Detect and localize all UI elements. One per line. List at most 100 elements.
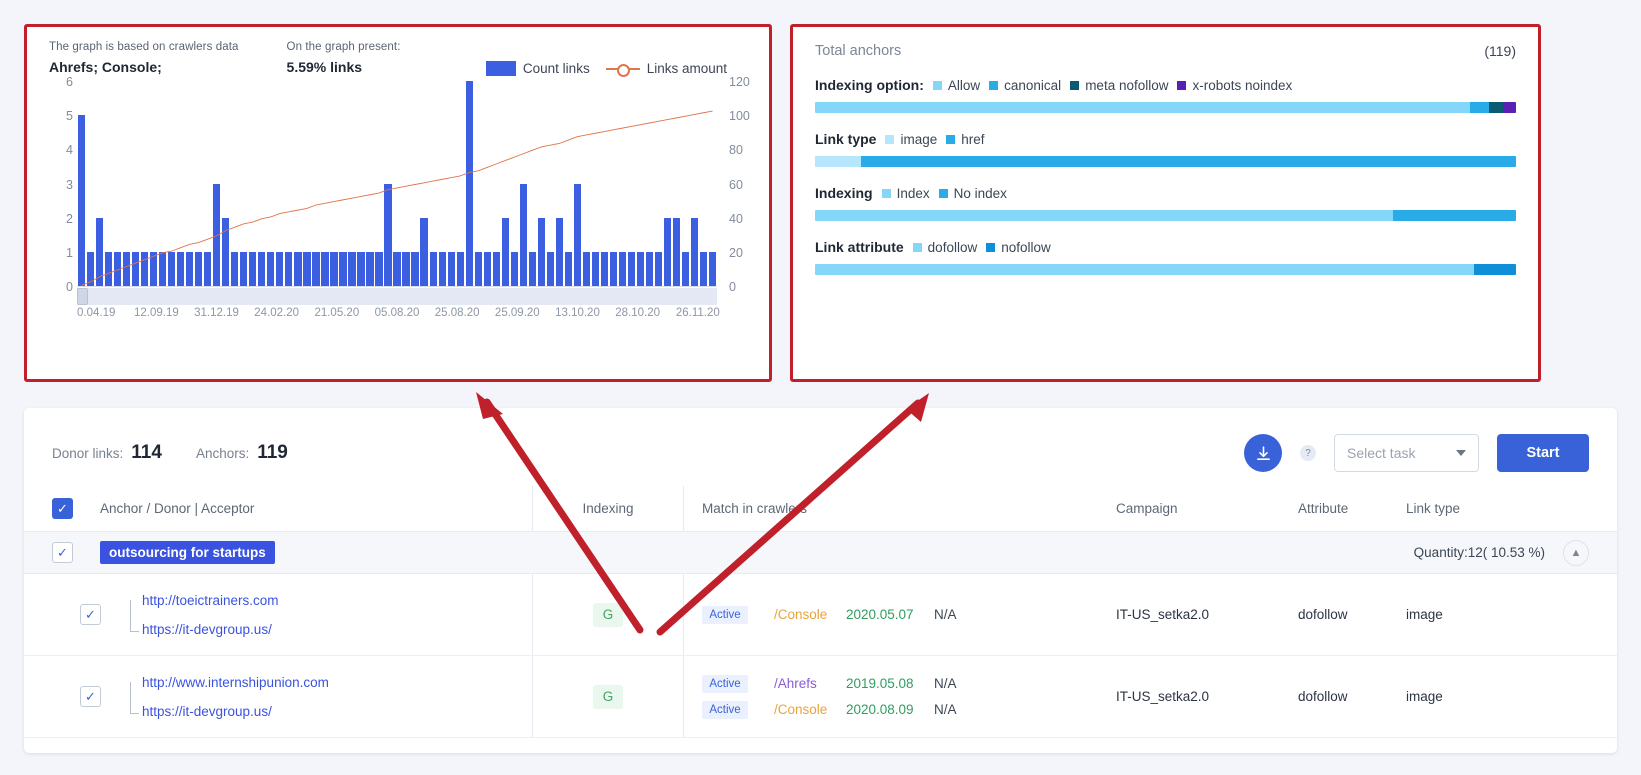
y-tick-left: 2 [66, 211, 73, 226]
metric-stacked-bar[interactable] [815, 210, 1516, 221]
select-all-checkbox[interactable]: ✓ [52, 498, 73, 519]
x-tick-label: 31.12.19 [194, 307, 239, 319]
metric-legend-chip[interactable]: x-robots noindex [1177, 78, 1292, 93]
column-attribute[interactable]: Attribute [1298, 501, 1406, 516]
anchor-group-row[interactable]: ✓ outsourcing for startups Quantity:12( … [24, 532, 1617, 574]
anchor-metric: Indexing option: Allow canonical meta nofol… [815, 77, 1516, 113]
y-tick-left: 5 [66, 109, 73, 124]
column-indexing[interactable]: Indexing [533, 501, 683, 516]
campaign-cell: IT-US_setka2.0 [1116, 607, 1210, 622]
anchor-group-label: outsourcing for startups [100, 541, 275, 564]
question-icon[interactable]: ? [1300, 445, 1316, 461]
bar-swatch-icon [485, 61, 516, 76]
x-tick-label: 12.09.19 [133, 307, 179, 319]
legend-links-amount[interactable]: Links amount [605, 61, 727, 77]
metric-legend-chip[interactable]: meta nofollow [1070, 78, 1168, 93]
acceptor-link[interactable]: https://it-devgroup.us/ [142, 704, 532, 719]
legend-square-icon [932, 80, 942, 90]
metric-name: Link type [815, 131, 877, 147]
y-tick-left: 0 [66, 280, 73, 294]
metric-legend-chip[interactable]: dofollow [912, 240, 977, 255]
y-tick-right: 120 [729, 75, 750, 89]
present-note-caption: On the graph present: [286, 41, 401, 53]
metric-legend-chip[interactable]: nofollow [986, 240, 1051, 255]
campaign-cell: IT-US_setka2.0 [1116, 689, 1210, 704]
metric-name: Link attribute [815, 239, 904, 255]
column-link-type[interactable]: Link type [1406, 501, 1526, 516]
y-tick-left: 4 [66, 143, 73, 158]
metric-bar-segment[interactable] [860, 156, 1516, 167]
acceptor-link[interactable]: https://it-devgroup.us/ [142, 622, 532, 637]
crawlers-note: The graph is based on crawlers data Ahre… [49, 41, 239, 75]
metric-legend-label: canonical [1004, 77, 1062, 93]
metric-bar-segment[interactable] [1502, 102, 1516, 113]
metric-legend-chip[interactable]: canonical [989, 78, 1061, 93]
match-na: N/A [934, 702, 957, 717]
donor-acceptor-links: http://www.internshipunion.com https://it… [130, 675, 532, 719]
donor-link[interactable]: http://toeictrainers.com [142, 593, 532, 608]
match-list: Active/Console 2020.05.07 N/A [702, 605, 1116, 624]
legend-square-icon [912, 242, 922, 252]
metric-legend-chip[interactable]: No index [938, 185, 1007, 201]
start-button[interactable]: Start [1497, 434, 1589, 472]
match-in-crawlers-cell: Active/Ahrefs 2019.05.08 N/A Active/Console… [684, 674, 1116, 719]
anchor-group-quantity: Quantity:12( 10.53 %) [1413, 545, 1545, 560]
attribute-cell: dofollow [1298, 689, 1348, 704]
row-checkbox[interactable]: ✓ [80, 604, 101, 625]
column-match-in-crawlers[interactable]: Match in crawlers [684, 501, 1116, 516]
y-axis-right: 0 20 40 60 80 100 120 [729, 75, 759, 294]
metric-bar-segment[interactable] [815, 102, 1471, 113]
metric-name: Indexing option: [815, 77, 924, 93]
metric-name: Indexing [815, 185, 873, 201]
metric-legend-chip[interactable]: Index [881, 186, 930, 201]
metric-legend-chip[interactable]: href [946, 132, 985, 147]
match-list: Active/Ahrefs 2019.05.08 N/A Active/Console… [702, 674, 1116, 719]
crawlers-note-caption: The graph is based on crawlers data [49, 41, 239, 53]
indexing-badge: G [593, 684, 623, 709]
match-entry: Active/Console 2020.05.07 N/A [702, 605, 1116, 624]
x-tick-label: 05.08.20 [374, 307, 420, 319]
table-row[interactable]: ✓ http://www.internshipunion.com https://i… [24, 656, 1617, 738]
x-axis-scroll-thumb[interactable] [77, 288, 88, 305]
metric-legend-chip[interactable]: Allow [932, 78, 980, 93]
metric-legend-chip[interactable]: image [885, 132, 937, 147]
donor-link[interactable]: http://www.internshipunion.com [142, 675, 532, 690]
y-tick-left: 1 [66, 245, 73, 260]
legend-square-icon [881, 188, 891, 198]
select-task-dropdown[interactable]: Select task [1334, 434, 1479, 472]
y-axis-left: 0 1 2 3 4 5 6 [43, 75, 73, 294]
metric-legend-label: nofollow [1001, 239, 1051, 255]
metric-bar-segment[interactable] [815, 210, 1394, 221]
metric-bar-segment[interactable] [815, 156, 861, 167]
metric-stacked-bar[interactable] [815, 156, 1516, 167]
legend-square-icon [1070, 80, 1080, 90]
download-icon[interactable] [1244, 434, 1282, 472]
group-checkbox[interactable]: ✓ [52, 542, 73, 563]
crawler-name[interactable]: /Console [774, 702, 846, 717]
legend-count-links-label: Count links [522, 61, 590, 76]
table-body: ✓ http://toeictrainers.com https://it-devg… [24, 574, 1617, 738]
crawler-name[interactable]: /Console [774, 607, 846, 622]
metric-bar-segment[interactable] [1393, 210, 1516, 221]
table-row[interactable]: ✓ http://toeictrainers.com https://it-devg… [24, 574, 1617, 656]
x-tick-label: 24.02.20 [254, 307, 300, 319]
crawlers-note-value: Ahrefs; Console; [49, 59, 162, 75]
anchor-metric: Indexing Index No index [815, 185, 1516, 221]
column-anchor-donor-acceptor[interactable]: Anchor / Donor | Acceptor [100, 501, 532, 516]
crawler-name[interactable]: /Ahrefs [774, 676, 846, 691]
legend-square-icon [938, 188, 948, 198]
x-axis-scrollbar[interactable] [77, 288, 717, 305]
legend-square-icon [989, 80, 999, 90]
legend-count-links[interactable]: Count links [485, 61, 590, 76]
metric-bar-segment[interactable] [1488, 102, 1503, 113]
metric-bar-segment[interactable] [1470, 102, 1489, 113]
metric-header: Link attribute dofollow nofollow [815, 239, 1516, 255]
metric-stacked-bar[interactable] [815, 264, 1516, 275]
metric-stacked-bar[interactable] [815, 102, 1516, 113]
metric-legend-label: No index [953, 185, 1007, 201]
column-campaign[interactable]: Campaign [1116, 501, 1298, 516]
row-checkbox[interactable]: ✓ [80, 686, 101, 707]
metric-bar-segment[interactable] [1473, 264, 1516, 275]
chevron-up-icon[interactable]: ▲ [1563, 539, 1589, 566]
metric-bar-segment[interactable] [815, 264, 1474, 275]
